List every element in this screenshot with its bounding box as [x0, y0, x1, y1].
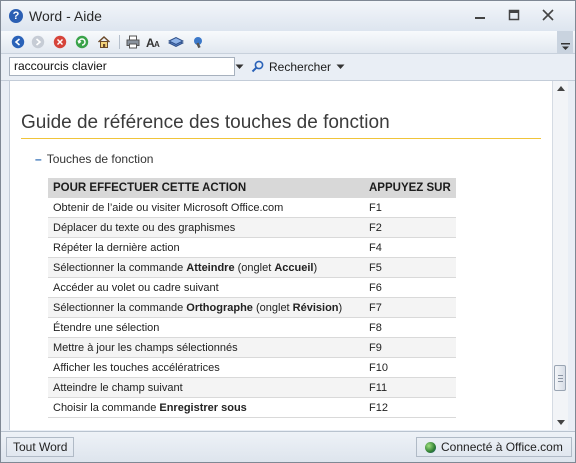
help-window: ? Word - Aide AA raccourcis clavier Rech… — [0, 0, 576, 463]
chevron-up-icon — [556, 86, 565, 91]
minimize-button[interactable] — [467, 5, 493, 25]
table-row: Choisir la commande Enregistrer sous F12 — [48, 397, 456, 418]
table-row: Répéter la dernière action F4 — [48, 237, 456, 258]
key-cell: F9 — [364, 337, 456, 358]
table-row: Obtenir de l’aide ou visiter Microsoft O… — [48, 198, 456, 218]
table-row: Atteindre le champ suivant F11 — [48, 377, 456, 398]
home-button[interactable] — [96, 34, 112, 50]
globe-icon — [425, 441, 436, 453]
action-cell: Sélectionner la commande Orthographe (on… — [48, 297, 364, 318]
close-button[interactable] — [535, 5, 561, 25]
refresh-icon — [75, 35, 89, 49]
scroll-up-button[interactable] — [553, 81, 568, 96]
key-cell: F12 — [364, 397, 456, 418]
search-bar: Rechercher — [1, 54, 575, 81]
action-cell: Accéder au volet ou cadre suivant — [48, 277, 364, 298]
connection-status-label: Connecté à Office.com — [441, 440, 563, 454]
table-row: Afficher les touches accélératrices F10 — [48, 357, 456, 378]
keep-on-top-button[interactable] — [191, 34, 207, 50]
table-row: Mettre à jour les champs sélectionnés F9 — [48, 337, 456, 358]
table-row: Sélectionner la commande Orthographe (on… — [48, 297, 456, 318]
table-of-contents-icon — [168, 36, 184, 48]
section-toggle[interactable]: – Touches de fonction — [35, 152, 153, 166]
print-icon — [126, 35, 140, 49]
key-cell: F11 — [364, 377, 456, 398]
action-cell: Mettre à jour les champs sélectionnés — [48, 337, 364, 358]
action-cell: Répéter la dernière action — [48, 237, 364, 258]
table-header-row: POUR EFFECTUER CETTE ACTION APPUYEZ SUR — [48, 178, 456, 198]
column-header-key: APPUYEZ SUR — [364, 178, 456, 198]
action-cell: Obtenir de l’aide ou visiter Microsoft O… — [48, 198, 364, 218]
scroll-thumb[interactable] — [554, 365, 566, 391]
function-keys-table: POUR EFFECTUER CETTE ACTION APPUYEZ SUR … — [48, 178, 456, 418]
maximize-icon — [508, 9, 520, 21]
key-cell: F6 — [364, 277, 456, 298]
search-input[interactable] — [9, 57, 235, 76]
action-cell: Afficher les touches accélératrices — [48, 357, 364, 378]
forward-icon — [31, 35, 45, 49]
toolbar-separator — [119, 35, 120, 49]
title-bar: ? Word - Aide — [1, 1, 575, 31]
action-cell: Étendre une sélection — [48, 317, 364, 338]
connection-status[interactable]: Connecté à Office.com — [416, 437, 572, 457]
help-app-icon: ? — [9, 9, 23, 23]
help-content: Guide de référence des touches de foncti… — [9, 81, 553, 430]
stop-button[interactable] — [52, 34, 68, 50]
chevron-down-icon — [235, 64, 243, 69]
action-cell: Déplacer du texte ou des graphismes — [48, 217, 364, 238]
key-cell: F8 — [364, 317, 456, 338]
search-button-label: Rechercher — [269, 59, 332, 74]
chevron-down-icon — [556, 420, 565, 425]
font-size-icon: AA — [146, 36, 160, 49]
table-of-contents-button[interactable] — [168, 34, 184, 50]
refresh-button[interactable] — [74, 34, 90, 50]
search-scope-dropdown[interactable] — [231, 57, 247, 76]
search-button[interactable]: Rechercher — [251, 57, 345, 76]
action-cell: Sélectionner la commande Atteindre (ongl… — [48, 257, 364, 278]
toolbar-overflow-button[interactable] — [557, 31, 573, 53]
status-bar: Tout Word Connecté à Office.com — [1, 431, 575, 462]
action-cell: Atteindre le champ suivant — [48, 377, 364, 398]
table-row: Déplacer du texte ou des graphismes F2 — [48, 217, 456, 238]
maximize-button[interactable] — [501, 5, 527, 25]
back-icon — [11, 35, 25, 49]
key-cell: F10 — [364, 357, 456, 378]
print-button[interactable] — [125, 34, 141, 50]
table-row: Étendre une sélection F8 — [48, 317, 456, 338]
key-cell: F4 — [364, 237, 456, 258]
font-size-button[interactable]: AA — [146, 34, 162, 50]
key-cell: F2 — [364, 217, 456, 238]
home-icon — [97, 35, 111, 48]
action-cell: Choisir la commande Enregistrer sous — [48, 397, 364, 418]
scroll-down-button[interactable] — [553, 415, 568, 430]
collapse-toggle-icon[interactable]: – — [35, 152, 42, 166]
svg-text:A: A — [154, 40, 160, 49]
search-scope-status[interactable]: Tout Word — [6, 437, 75, 457]
forward-button[interactable] — [30, 34, 46, 50]
vertical-scrollbar[interactable] — [552, 81, 568, 430]
stop-icon — [53, 35, 67, 49]
column-header-action: POUR EFFECTUER CETTE ACTION — [48, 178, 364, 198]
keep-on-top-icon — [194, 37, 202, 49]
back-button[interactable] — [10, 34, 26, 50]
title-divider — [21, 138, 541, 139]
key-cell: F7 — [364, 297, 456, 318]
minimize-icon — [475, 17, 485, 19]
chevron-down-icon — [336, 64, 345, 69]
page-title: Guide de référence des touches de foncti… — [21, 112, 390, 133]
close-icon — [542, 9, 554, 21]
key-cell: F5 — [364, 257, 456, 278]
table-row: Sélectionner la commande Atteindre (ongl… — [48, 257, 456, 278]
key-cell: F1 — [364, 198, 456, 218]
table-row: Accéder au volet ou cadre suivant F6 — [48, 277, 456, 298]
window-title: Word - Aide — [29, 8, 102, 24]
search-icon — [251, 60, 264, 73]
chevron-down-icon — [560, 43, 570, 50]
help-toolbar: AA — [1, 31, 575, 54]
section-heading[interactable]: Touches de fonction — [47, 152, 154, 166]
